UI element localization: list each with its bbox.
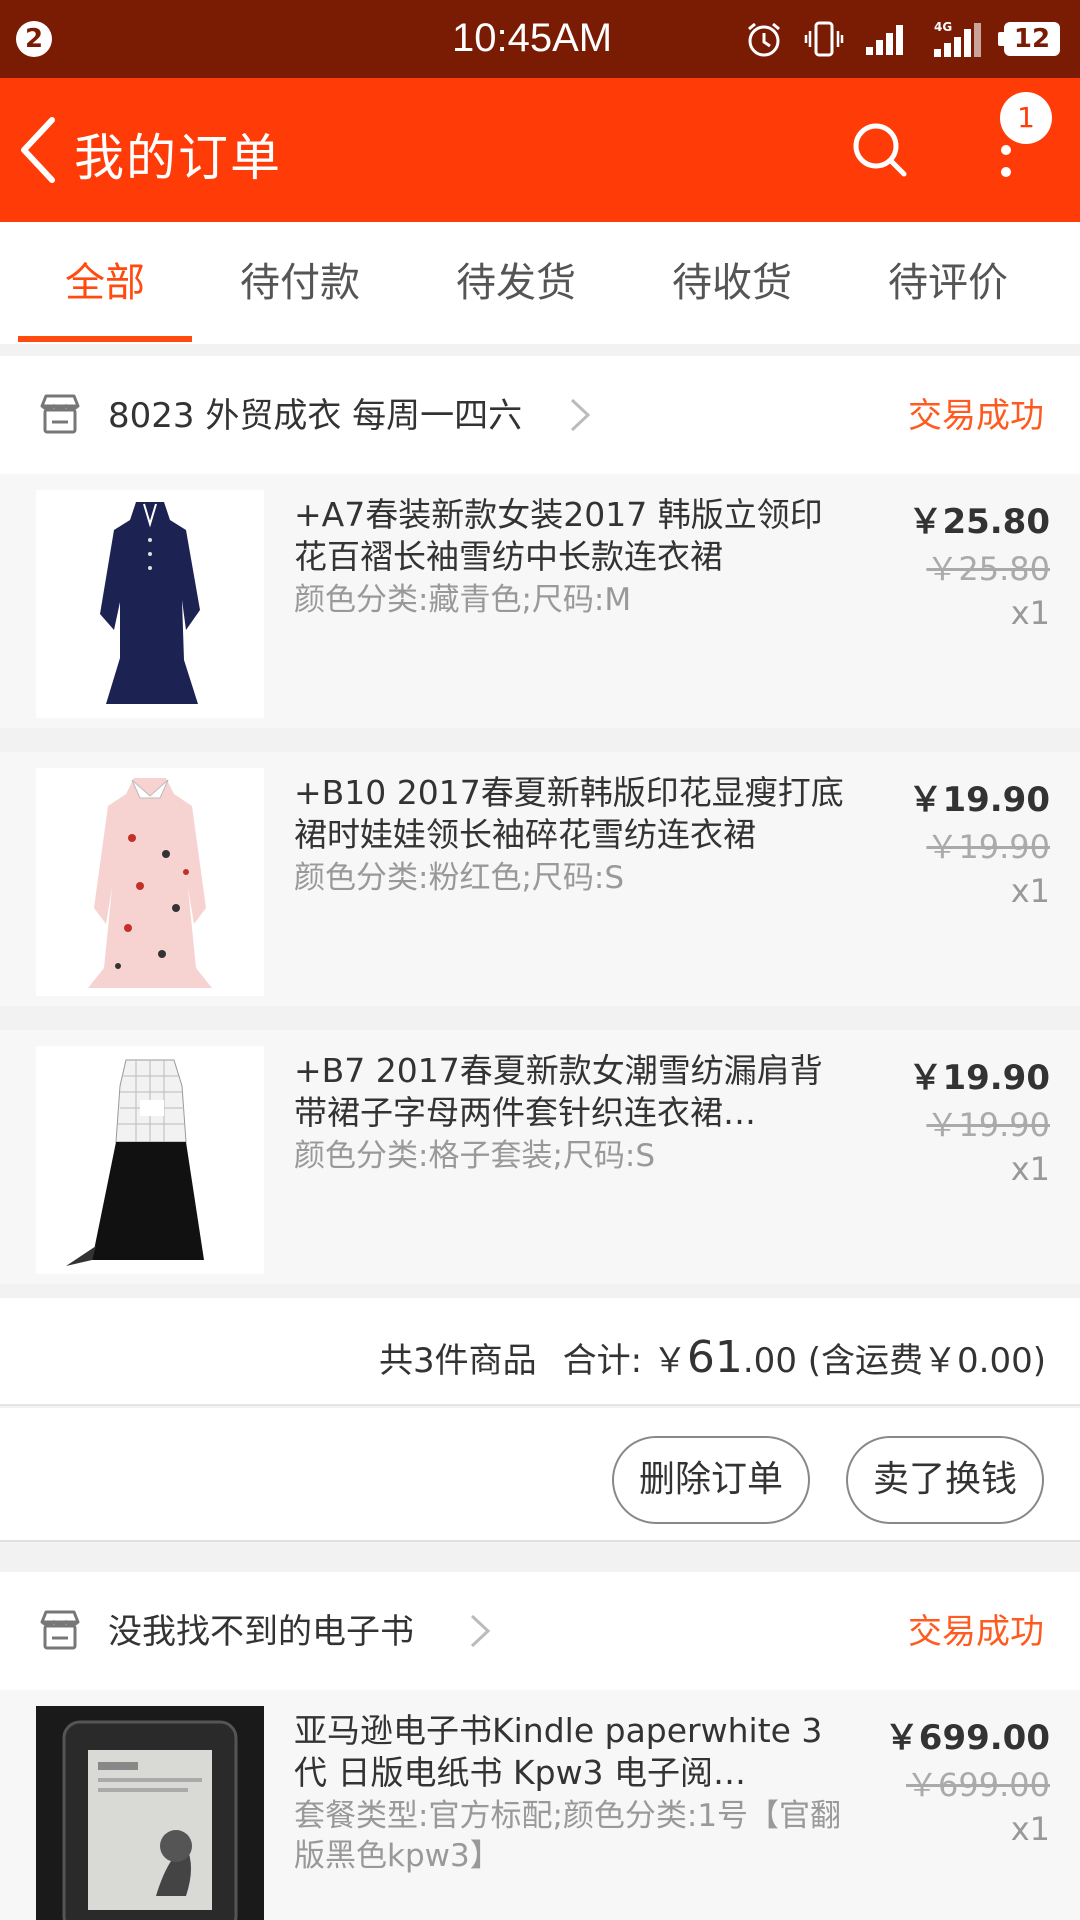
alarm-icon <box>748 22 780 57</box>
navy-dress-image <box>100 502 200 704</box>
order-total: 共3件商品 合计: ￥61.00 (含运费￥0.00) <box>379 1332 1046 1383</box>
tab-all[interactable]: 全部 <box>10 222 200 344</box>
product-original-price: ￥19.90 <box>926 828 1050 866</box>
order-item[interactable]: +B10 2017春夏新韩版印花显瘦打底裙时娃娃领长袖碎花雪纺连衣裙 颜色分类:… <box>0 752 1080 1006</box>
shop-icon <box>40 1610 80 1650</box>
product-original-price: ￥19.90 <box>926 1106 1050 1144</box>
product-spec: 套餐类型:官方标配;颜色分类:1号【官翻版黑色kpw3】 <box>294 1798 842 1874</box>
order-summary: 共3件商品 合计: ￥61.00 (含运费￥0.00) <box>0 1298 1080 1406</box>
item-count: 共3件商品 <box>378 1341 537 1381</box>
back-icon[interactable] <box>12 112 72 188</box>
shop-name[interactable]: 8023 外贸成衣 每周一四六 <box>108 388 522 437</box>
product-title[interactable]: +B10 2017春夏新韩版印花显瘦打底裙时娃娃领长袖碎花雪纺连衣裙 <box>294 772 854 856</box>
order-item[interactable]: +A7春装新款女装2017 韩版立领印花百褶长袖雪纺中长款连衣裙 颜色分类:藏青… <box>0 474 1080 728</box>
product-quantity: x1 <box>1010 872 1050 910</box>
order-actions: 删除订单 卖了换钱 <box>0 1408 1080 1542</box>
status-time: 10:45AM <box>452 16 613 60</box>
chevron-right-icon <box>570 398 591 432</box>
kindle-image <box>62 1720 238 1920</box>
product-thumbnail[interactable] <box>36 1046 264 1274</box>
tab-pending-receipt[interactable]: 待收货 <box>637 222 827 344</box>
shop-header[interactable]: 8023 外贸成衣 每周一四六 交易成功 <box>0 356 1080 474</box>
signal-4g-icon: 4G <box>934 20 981 57</box>
signal-icon <box>866 25 903 55</box>
product-title[interactable]: +A7春装新款女装2017 韩版立领印花百褶长袖雪纺中长款连衣裙 <box>294 494 854 578</box>
tab-pending-payment[interactable]: 待付款 <box>205 222 395 344</box>
product-price: ￥19.90 <box>908 780 1050 820</box>
product-price: ￥25.80 <box>908 502 1050 542</box>
total-integer: 61 <box>686 1332 743 1383</box>
product-price: ￥19.90 <box>908 1058 1050 1098</box>
product-original-price: ￥25.80 <box>926 550 1050 588</box>
shop-icon <box>40 394 80 434</box>
order-item[interactable]: 亚马逊电子书Kindle paperwhite 3代 日版电纸书 Kpw3 电子… <box>0 1690 1080 1920</box>
order-item[interactable]: +B7 2017春夏新款女潮雪纺漏肩背带裙子字母两件套针织连衣裙… 颜色分类:格… <box>0 1030 1080 1284</box>
delete-order-button[interactable]: 删除订单 <box>612 1436 810 1524</box>
shipping-fee: (含运费￥0.00) <box>796 1341 1046 1381</box>
product-original-price: ￥699.00 <box>906 1766 1050 1804</box>
vibrate-icon <box>804 21 844 57</box>
total-prefix: 合计: ￥ <box>562 1341 687 1381</box>
product-title[interactable]: +B7 2017春夏新款女潮雪纺漏肩背带裙子字母两件套针织连衣裙… <box>294 1050 854 1134</box>
two-piece-dress-image <box>66 1059 204 1266</box>
order-status: 交易成功 <box>908 1612 1044 1652</box>
tab-pending-review[interactable]: 待评价 <box>853 222 1043 344</box>
order-tabs: 全部 待付款 待发货 待收货 待评价 <box>0 222 1080 344</box>
product-quantity: x1 <box>1010 594 1050 632</box>
resell-button[interactable]: 卖了换钱 <box>846 1436 1044 1524</box>
shop-name[interactable]: 没我找不到的电子书 <box>108 1604 414 1653</box>
svg-text:4G: 4G <box>934 20 952 34</box>
tab-pending-shipment[interactable]: 待发货 <box>421 222 611 344</box>
product-spec: 颜色分类:粉红色;尺码:S <box>294 860 625 896</box>
product-price: ￥699.00 <box>884 1718 1050 1758</box>
total-decimal: .00 <box>742 1341 797 1381</box>
notification-count-badge: 2 <box>16 21 52 57</box>
shop-header[interactable]: 没我找不到的电子书 交易成功 <box>0 1572 1080 1690</box>
product-thumbnail[interactable] <box>36 1706 264 1920</box>
product-thumbnail[interactable] <box>36 490 264 718</box>
product-quantity: x1 <box>1010 1150 1050 1188</box>
app-header: 我的订单 1 <box>0 78 1080 222</box>
product-title[interactable]: 亚马逊电子书Kindle paperwhite 3代 日版电纸书 Kpw3 电子… <box>294 1710 854 1794</box>
search-icon[interactable] <box>848 118 912 182</box>
product-spec: 颜色分类:藏青色;尺码:M <box>294 582 632 618</box>
product-quantity: x1 <box>1010 1810 1050 1848</box>
order-status: 交易成功 <box>908 396 1044 436</box>
chevron-right-icon <box>470 1614 491 1648</box>
battery-icon: 12 <box>998 22 1060 56</box>
message-count-badge: 1 <box>1000 92 1052 144</box>
status-bar: 2 10:45AM 4G 12 <box>0 0 1080 78</box>
active-tab-indicator <box>18 336 192 342</box>
product-spec: 颜色分类:格子套装;尺码:S <box>294 1138 656 1174</box>
status-icons: 4G 12 <box>744 14 1060 64</box>
product-thumbnail[interactable] <box>36 768 264 996</box>
pink-dress-image <box>88 778 212 988</box>
page-title: 我的订单 <box>74 129 282 187</box>
